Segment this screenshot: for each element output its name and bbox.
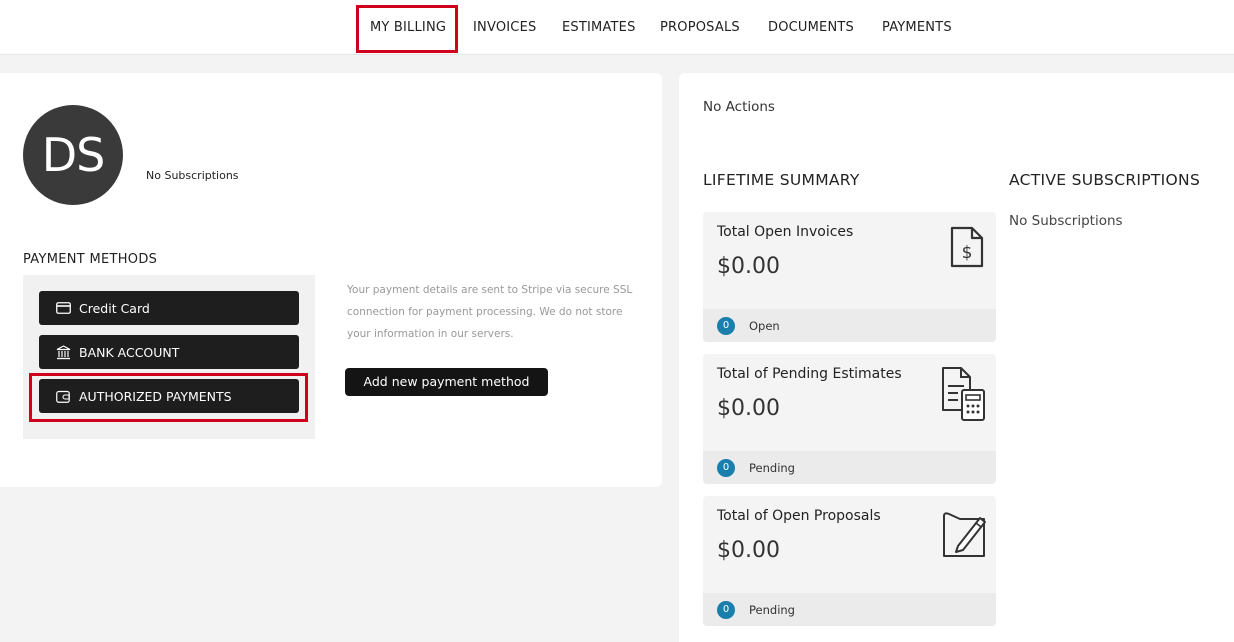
stripe-security-note: Your payment details are sent to Stripe … [347,284,633,340]
svg-text:$: $ [962,243,973,263]
profile-subscriptions-text: No Subscriptions [146,169,239,182]
summary-card-footer: 0 Pending [703,593,996,626]
proposal-signature-icon [940,510,988,564]
status-label: Pending [749,460,795,475]
billing-profile-card: DS No Subscriptions PAYMENT METHODS Cred… [0,73,662,487]
count-badge: 0 [717,600,735,619]
summary-card-title: Total Open Invoices [717,224,854,240]
summary-card-amount: $0.00 [717,538,780,563]
add-payment-method-button[interactable]: Add new payment method [345,368,548,396]
avatar: DS [23,105,123,205]
bank-account-button[interactable]: BANK ACCOUNT [39,335,299,369]
top-navigation: MY BILLING INVOICES ESTIMATES PROPOSALS … [0,0,1234,55]
actions-status-text: No Actions [703,99,775,115]
active-subscriptions-heading: ACTIVE SUBSCRIPTIONS [1009,171,1201,189]
bank-account-label: BANK ACCOUNT [79,344,180,360]
nav-payments[interactable]: PAYMENTS [882,0,952,55]
lifetime-summary-heading: LIFETIME SUMMARY [703,171,860,189]
open-invoices-card[interactable]: Total Open Invoices $0.00 $ 0 Open [703,212,996,342]
summary-card: No Actions LIFETIME SUMMARY ACTIVE SUBSC… [679,73,1234,642]
pending-estimates-card[interactable]: Total of Pending Estimates $0.00 0 Pendi… [703,354,996,484]
count-badge: 0 [717,458,735,477]
nav-documents[interactable]: DOCUMENTS [768,0,854,55]
summary-card-amount: $0.00 [717,396,780,421]
credit-card-icon [55,300,71,316]
nav-invoices[interactable]: INVOICES [473,0,536,55]
summary-card-footer: 0 Open [703,309,996,342]
credit-card-label: Credit Card [79,300,150,316]
summary-card-footer: 0 Pending [703,451,996,484]
authorized-payments-highlight-box [29,373,308,422]
bank-icon [55,344,71,360]
nav-proposals[interactable]: PROPOSALS [660,0,740,55]
nav-estimates[interactable]: ESTIMATES [562,0,636,55]
count-badge: 0 [717,316,735,335]
summary-card-amount: $0.00 [717,254,780,279]
summary-card-title: Total of Pending Estimates [717,366,902,382]
open-proposals-card[interactable]: Total of Open Proposals $0.00 0 Pending [703,496,996,626]
nav-highlight-box [356,5,458,53]
invoice-dollar-icon: $ [948,226,984,272]
credit-card-button[interactable]: Credit Card [39,291,299,325]
payment-methods-heading: PAYMENT METHODS [23,252,158,267]
active-subscriptions-empty: No Subscriptions [1009,213,1123,229]
status-label: Open [749,318,780,333]
estimate-calculator-icon [940,366,988,426]
summary-card-title: Total of Open Proposals [717,508,881,524]
status-label: Pending [749,602,795,617]
